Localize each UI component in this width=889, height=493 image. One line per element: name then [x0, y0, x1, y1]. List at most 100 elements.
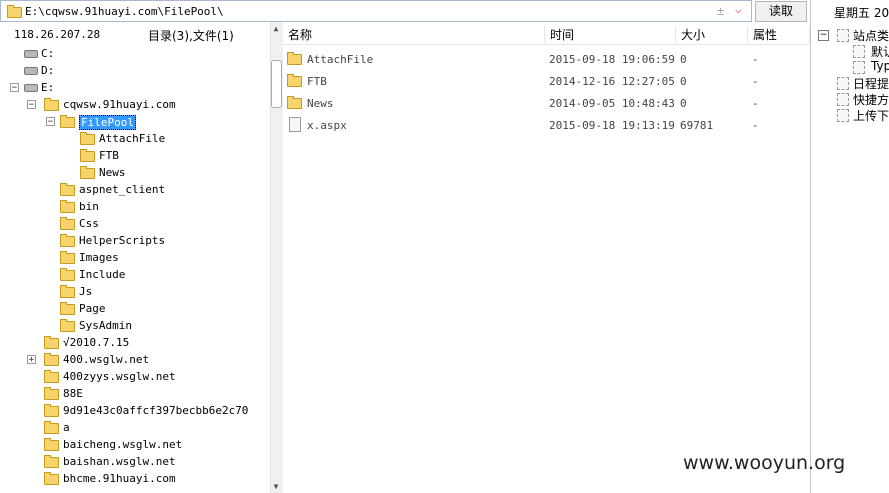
collapse-icon[interactable]: − [27, 100, 36, 110]
tree-item-label[interactable]: HelperScripts [79, 234, 165, 247]
path-combobox[interactable]: E:\cqwsw.91huayi.com\FilePool\ ± ⌵ [0, 0, 752, 22]
dropdown-arrow-icon[interactable]: ⌵ [735, 3, 742, 16]
tree-item-label[interactable]: 400zyys.wsglw.net [63, 370, 176, 383]
folder-icon [287, 74, 302, 87]
tree-item-label[interactable]: cqwsw.91huayi.com [63, 98, 176, 111]
tree-item-label[interactable]: Images [79, 251, 119, 264]
tree-item[interactable]: AttachFile [0, 131, 268, 147]
tree-item-label[interactable]: SysAdmin [79, 319, 132, 332]
tree-item-label[interactable]: bin [79, 200, 99, 213]
tree-item[interactable]: baicheng.wsglw.net [0, 437, 268, 453]
tree-item-label[interactable]: News [99, 166, 126, 179]
column-attr[interactable]: 属性 [748, 26, 810, 43]
tree-item-label[interactable]: 9d91e43c0affcf397becbb6e2c70 [63, 404, 248, 417]
right-item-label[interactable]: Type [871, 59, 889, 73]
column-name[interactable]: 名称 [283, 26, 545, 43]
tree-item[interactable]: 9d91e43c0affcf397becbb6e2c70 [0, 403, 268, 419]
folder-icon [44, 370, 59, 383]
tree-item[interactable]: +400.wsglw.net [0, 352, 268, 368]
watermark: www.wooyun.org [683, 452, 846, 474]
item-icon [853, 45, 865, 58]
tree-item[interactable]: − cqwsw.91huayi.com [0, 97, 268, 113]
folder-icon [60, 200, 75, 213]
tree-item-label[interactable]: bhcme.91huayi.com [63, 472, 176, 485]
tree-item-label[interactable]: 400.wsglw.net [63, 353, 149, 366]
read-button[interactable]: 读取 [755, 1, 807, 22]
cell-name: News [307, 97, 334, 110]
item-icon [837, 77, 849, 90]
tree-item-label[interactable]: Css [79, 217, 99, 230]
right-item-label[interactable]: 上传下 [853, 107, 889, 124]
tree-item-label[interactable]: AttachFile [99, 132, 165, 145]
list-row[interactable]: FTB 2014-12-16 12:27:05 0 - [283, 70, 810, 92]
tree-item[interactable]: News [0, 165, 268, 181]
folder-icon [44, 455, 59, 468]
tree-item[interactable]: Include [0, 267, 268, 283]
list-row[interactable]: News 2014-09-05 10:48:43 0 - [283, 92, 810, 114]
list-row[interactable]: AttachFile 2015-09-18 19:06:59 0 - [283, 48, 810, 70]
list-header: 名称 时间 大小 属性 [283, 25, 810, 45]
folder-icon [80, 149, 95, 162]
cell-time: 2015-09-18 19:06:59 [549, 53, 675, 66]
folder-icon [60, 319, 75, 332]
tree-item[interactable]: bhcme.91huayi.com [0, 471, 268, 487]
tree-item-label[interactable]: Page [79, 302, 106, 315]
collapse-icon[interactable]: − [818, 30, 829, 41]
item-icon [837, 29, 849, 42]
folder-icon [44, 421, 59, 434]
collapse-icon[interactable]: − [46, 117, 55, 127]
scrollbar-thumb[interactable] [271, 60, 282, 108]
tree-item[interactable]: Page [0, 301, 268, 317]
right-item-label[interactable]: 快捷方 [853, 91, 889, 108]
tree-item-label[interactable]: √2010.7.15 [63, 336, 129, 349]
expand-icon[interactable]: + [27, 355, 36, 365]
folder-icon [60, 302, 75, 315]
cell-size: 0 [680, 97, 687, 110]
tree-item[interactable]: SysAdmin [0, 318, 268, 334]
right-item-label[interactable]: 默认 [871, 43, 889, 60]
tree-item[interactable]: bin [0, 199, 268, 215]
tree-item[interactable]: baishan.wsglw.net [0, 454, 268, 470]
tree-item[interactable]: FTB [0, 148, 268, 164]
tree-item-label[interactable]: baicheng.wsglw.net [63, 438, 182, 451]
list-row[interactable]: x.aspx 2015-09-18 19:13:19 69781 - [283, 114, 810, 136]
scroll-down-icon[interactable]: ▼ [270, 482, 282, 492]
tree-item-label[interactable]: FTB [99, 149, 119, 162]
right-item-label[interactable]: 日程提 [853, 75, 889, 92]
tree-item[interactable]: − E: [0, 80, 268, 96]
tree-item-label[interactable]: E: [41, 81, 54, 94]
folder-icon [60, 234, 75, 247]
tree-item-label[interactable]: Js [79, 285, 92, 298]
tree-item[interactable]: 400zyys.wsglw.net [0, 369, 268, 385]
tree-item[interactable]: Js [0, 284, 268, 300]
date-text: 星期五 201 [834, 6, 889, 20]
tree-item-label[interactable]: a [63, 421, 70, 434]
right-item-label[interactable]: 站点类 [853, 27, 889, 44]
tree-item[interactable]: a [0, 420, 268, 436]
tree-item[interactable]: aspnet_client [0, 182, 268, 198]
collapse-icon[interactable]: − [10, 83, 19, 93]
tree-item[interactable]: HelperScripts [0, 233, 268, 249]
tree-item[interactable]: C: [0, 46, 268, 62]
tree-item-label[interactable]: Include [79, 268, 125, 281]
tree-item-label[interactable]: baishan.wsglw.net [63, 455, 176, 468]
tree-item[interactable]: − FilePool [0, 114, 268, 130]
column-time[interactable]: 时间 [545, 26, 676, 43]
tree-item[interactable]: D: [0, 63, 268, 79]
tree-item[interactable]: 88E [0, 386, 268, 402]
tree-item-label[interactable]: aspnet_client [79, 183, 165, 196]
tree-item-label[interactable]: 88E [63, 387, 83, 400]
column-size[interactable]: 大小 [676, 26, 748, 43]
folder-open-icon [60, 115, 75, 128]
server-ip: 118.26.207.28 [14, 28, 101, 41]
plus-minus-icon[interactable]: ± [717, 4, 724, 18]
scroll-up-icon[interactable]: ▲ [270, 24, 282, 34]
tree-item[interactable]: Css [0, 216, 268, 232]
path-text[interactable]: E:\cqwsw.91huayi.com\FilePool\ [25, 5, 224, 18]
tree-item[interactable]: √2010.7.15 [0, 335, 268, 351]
tree-item-label[interactable]: D: [41, 64, 54, 77]
file-icon [289, 117, 301, 132]
tree-item[interactable]: Images [0, 250, 268, 266]
tree-item-label[interactable]: C: [41, 47, 54, 60]
tree-item-label[interactable]: FilePool [79, 115, 136, 130]
